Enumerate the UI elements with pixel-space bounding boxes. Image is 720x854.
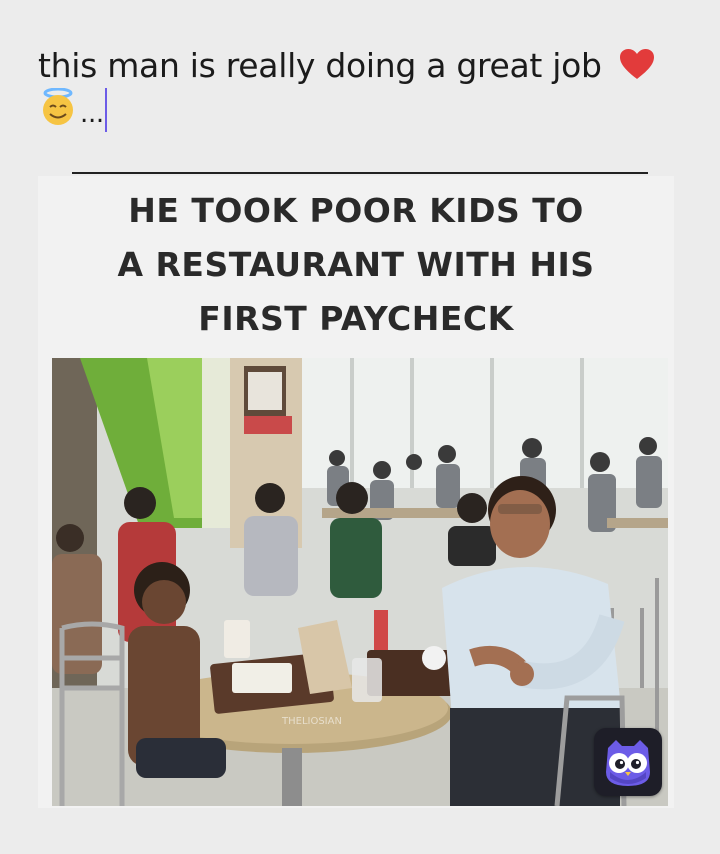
photo-watermark: THELIOSIAN xyxy=(281,716,342,727)
text-cursor xyxy=(104,88,107,132)
headline-line-2: A RESTAURANT WITH HIS xyxy=(117,245,595,284)
restaurant-photo: THELIOSIAN xyxy=(52,358,668,806)
meme-divider xyxy=(72,172,648,174)
caption-text: this man is really doing a great job xyxy=(38,46,602,85)
headline-line-3: FIRST PAYCHECK xyxy=(198,299,514,338)
photo-illustration: THELIOSIAN xyxy=(52,358,668,806)
heart-icon xyxy=(618,44,656,88)
owl-icon xyxy=(594,740,662,800)
post-caption[interactable]: this man is really doing a great job ... xyxy=(38,44,688,136)
meme-headline: HE TOOK POOR KIDS TO A RESTAURANT WITH H… xyxy=(38,184,674,346)
caption-ellipsis: ... xyxy=(80,99,104,129)
smiling-face-with-halo-icon xyxy=(38,87,78,125)
headline-line-1: HE TOOK POOR KIDS TO xyxy=(128,191,584,230)
app-badge[interactable] xyxy=(594,728,662,796)
